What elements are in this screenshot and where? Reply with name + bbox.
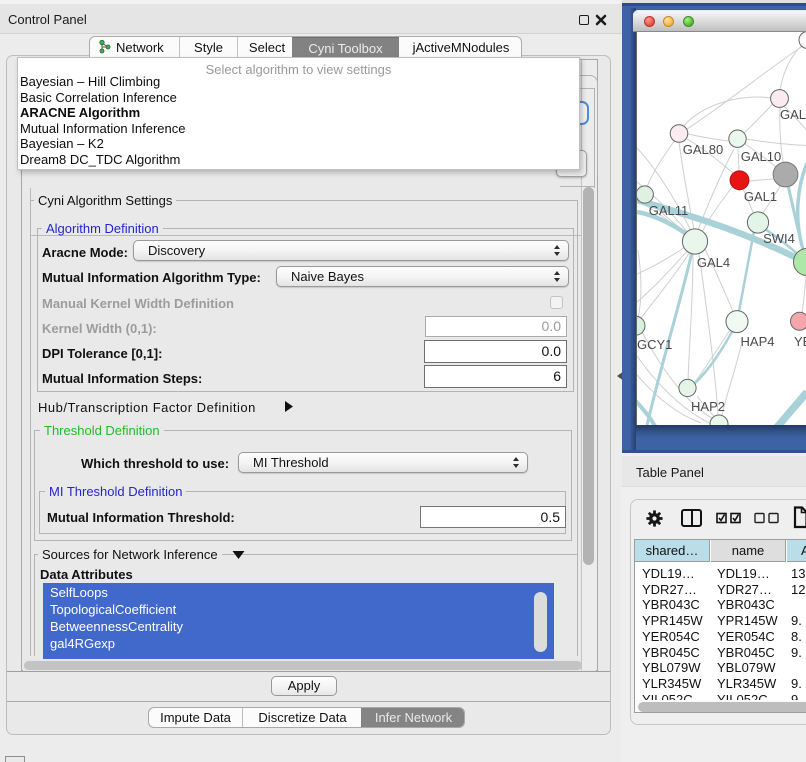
svg-text:GAL4: GAL4	[697, 255, 730, 270]
svg-text:HAP4: HAP4	[741, 334, 775, 349]
svg-text:YE: YE	[794, 334, 806, 349]
svg-text:GAL11: GAL11	[649, 203, 689, 218]
svg-text:SWI4: SWI4	[763, 231, 795, 246]
svg-text:GAL: GAL	[780, 107, 806, 122]
svg-text:GAL1: GAL1	[744, 189, 777, 204]
svg-text:GAL80: GAL80	[683, 142, 723, 157]
svg-text:HAP2: HAP2	[691, 399, 725, 414]
svg-text:GCY1: GCY1	[637, 337, 672, 352]
svg-text:GAL10: GAL10	[741, 149, 781, 164]
